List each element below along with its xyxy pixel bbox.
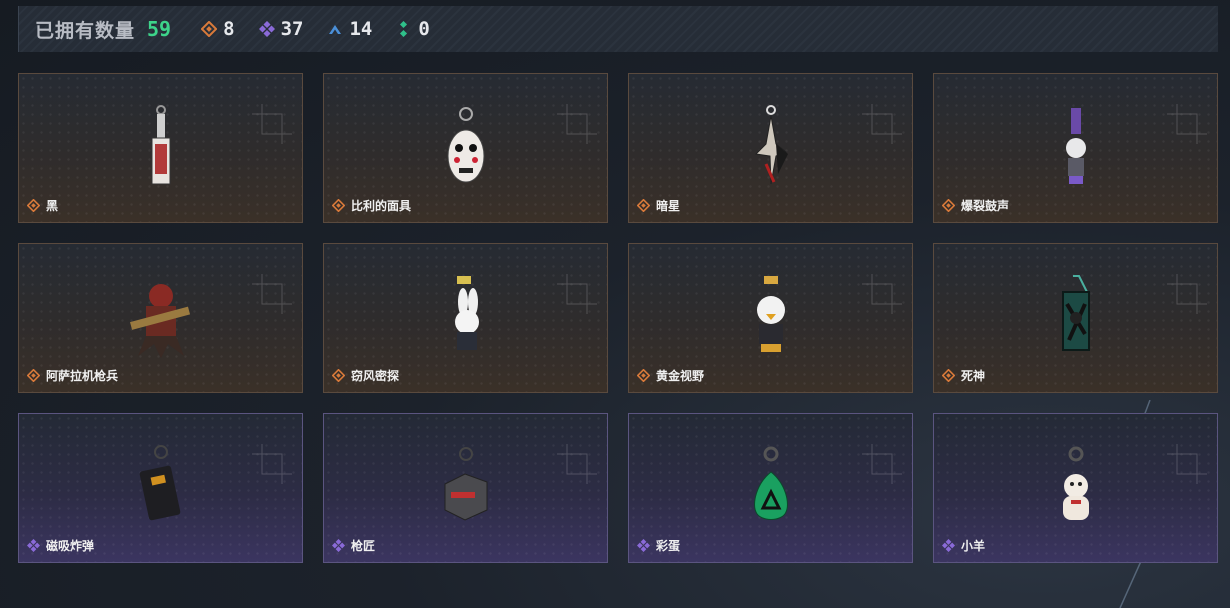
item-name: 小羊: [961, 539, 986, 553]
grid-decoration: [557, 104, 597, 144]
orange-diamond-icon: [201, 21, 218, 37]
item-name: 死神: [961, 369, 986, 383]
keychain-mask-icon: [447, 107, 484, 183]
grid-decoration: [862, 104, 902, 144]
purple-diamond-icon: [332, 539, 345, 552]
orange-diamond-icon: [942, 199, 955, 212]
orange-diamond-icon: [27, 369, 40, 382]
grid-decoration: [1167, 104, 1207, 144]
grid-decoration: [1167, 444, 1207, 484]
item-name: 爆裂鼓声: [961, 199, 1010, 213]
item-label: 死神: [942, 367, 985, 384]
item-label: 磁吸炸弹: [27, 537, 94, 554]
stat-blue: 14: [327, 18, 372, 40]
item-label: 彩蛋: [637, 537, 680, 554]
keychain-crate-icon: [444, 447, 487, 521]
grid-decoration: [862, 274, 902, 314]
item-card-asala-gunner[interactable]: 阿萨拉机枪兵: [18, 243, 303, 393]
stat-purple: 37: [258, 18, 304, 40]
grid-decoration: [252, 104, 292, 144]
grid-decoration: [557, 274, 597, 314]
stat-orange-value: 8: [223, 18, 235, 40]
keychain-star-icon: [754, 105, 788, 185]
item-name: 黑: [46, 199, 59, 213]
owned-total: 59: [147, 17, 172, 41]
orange-diamond-icon: [332, 369, 345, 382]
stat-purple-value: 37: [280, 18, 304, 40]
item-label: 小羊: [942, 537, 985, 554]
grid-decoration: [252, 444, 292, 484]
grid-decoration: [252, 274, 292, 314]
keychain-chick-icon: [756, 276, 785, 352]
stat-green-value: 0: [418, 18, 430, 40]
item-card-gunsmith[interactable]: 枪匠: [323, 413, 608, 563]
keychain-grid: 黑 比利的面具 暗星 爆裂鼓声 阿萨拉机枪兵 窃风密探 黄金视野 死神 磁吸炸弹…: [18, 73, 1218, 563]
item-name: 磁吸炸弹: [46, 539, 95, 553]
item-label: 暗星: [637, 197, 680, 214]
item-card-little-lamb[interactable]: 小羊: [933, 413, 1218, 563]
item-card-drum-burst[interactable]: 爆裂鼓声: [933, 73, 1218, 223]
item-card-wind-spy[interactable]: 窃风密探: [323, 243, 608, 393]
orange-diamond-icon: [942, 369, 955, 382]
item-label: 枪匠: [332, 537, 375, 554]
green-dots-icon: [400, 21, 408, 37]
item-label: 阿萨拉机枪兵: [27, 367, 118, 384]
blue-chevron-icon: [329, 25, 342, 34]
item-name: 阿萨拉机枪兵: [46, 369, 119, 383]
keychain-figure-icon: [1065, 108, 1086, 184]
item-name: 彩蛋: [656, 539, 681, 553]
item-card-dark-star[interactable]: 暗星: [628, 73, 913, 223]
item-name: 暗星: [656, 199, 681, 213]
keychain-egg-icon: [753, 446, 788, 520]
stat-orange: 8: [201, 18, 235, 40]
stat-blue-value: 14: [349, 18, 373, 40]
item-name: 窃风密探: [351, 369, 400, 383]
purple-diamond-icon: [942, 539, 955, 552]
purple-diamond-icon: [27, 539, 40, 552]
owned-count-title: 已拥有数量: [35, 19, 136, 42]
orange-diamond-icon: [637, 199, 650, 212]
item-label: 黄金视野: [637, 367, 704, 384]
orange-diamond-icon: [332, 199, 345, 212]
grid-decoration: [1167, 274, 1207, 314]
item-card-hei[interactable]: 黑: [18, 73, 303, 223]
purple-diamond-icon: [258, 21, 275, 37]
item-name: 枪匠: [351, 539, 376, 553]
item-label: 黑: [27, 197, 58, 214]
keychain-rabbit-icon: [454, 276, 479, 350]
keychain-lucky-cat-icon: [1062, 446, 1089, 520]
item-card-reaper[interactable]: 死神: [933, 243, 1218, 393]
purple-diamond-icon: [637, 539, 650, 552]
keychain-bomb-icon: [139, 445, 180, 521]
item-card-easter-egg[interactable]: 彩蛋: [628, 413, 913, 563]
grid-decoration: [557, 444, 597, 484]
orange-diamond-icon: [27, 199, 40, 212]
item-card-billy-mask[interactable]: 比利的面具: [323, 73, 608, 223]
item-card-magnetic-bomb[interactable]: 磁吸炸弹: [18, 413, 303, 563]
keychain-card-icon: [1061, 275, 1090, 351]
keychain-gunner-icon: [129, 284, 190, 358]
item-card-golden-vision[interactable]: 黄金视野: [628, 243, 913, 393]
item-name: 黄金视野: [656, 369, 705, 383]
keychain-tag-icon: [151, 105, 170, 185]
item-label: 比利的面具: [332, 197, 411, 214]
stat-green: 0: [396, 18, 430, 40]
orange-diamond-icon: [637, 369, 650, 382]
item-label: 窃风密探: [332, 367, 399, 384]
ownership-header: 已拥有数量 59 8 37 14 0: [18, 6, 1218, 52]
grid-decoration: [862, 444, 902, 484]
item-name: 比利的面具: [351, 199, 412, 213]
item-label: 爆裂鼓声: [942, 197, 1009, 214]
